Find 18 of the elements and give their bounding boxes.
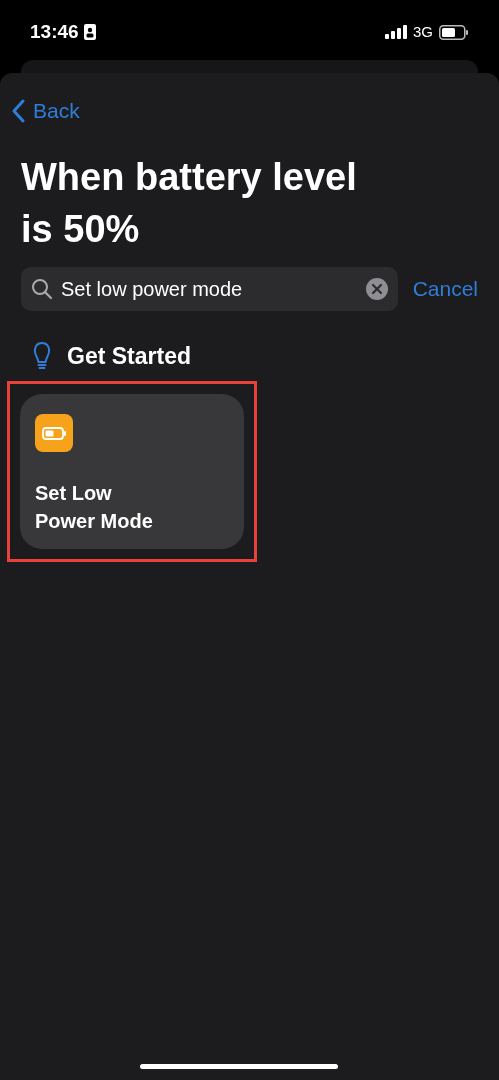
clear-icon[interactable]: [365, 277, 388, 300]
badge-icon: [83, 24, 96, 40]
action-card[interactable]: Set Low Power Mode: [20, 394, 244, 549]
search-field[interactable]: Set low power mode: [61, 273, 358, 304]
signal-icon: [385, 25, 407, 39]
network-label: 3G: [413, 21, 433, 42]
lightbulb-icon: [33, 340, 51, 371]
search-icon: [31, 277, 53, 300]
page-title: When battery level is 50%: [21, 154, 358, 252]
back-button[interactable]: Back: [11, 95, 80, 127]
section-title: Get Started: [67, 341, 191, 371]
action-label: Set Low Power Mode: [35, 481, 154, 534]
battery-icon: [439, 24, 469, 40]
cancel-button[interactable]: Cancel: [412, 272, 478, 305]
chevron-left-icon: [11, 98, 25, 123]
battery-icon: [35, 414, 73, 452]
search-bar[interactable]: Set low power mode: [21, 266, 398, 311]
status-time: 13:46: [30, 19, 79, 44]
